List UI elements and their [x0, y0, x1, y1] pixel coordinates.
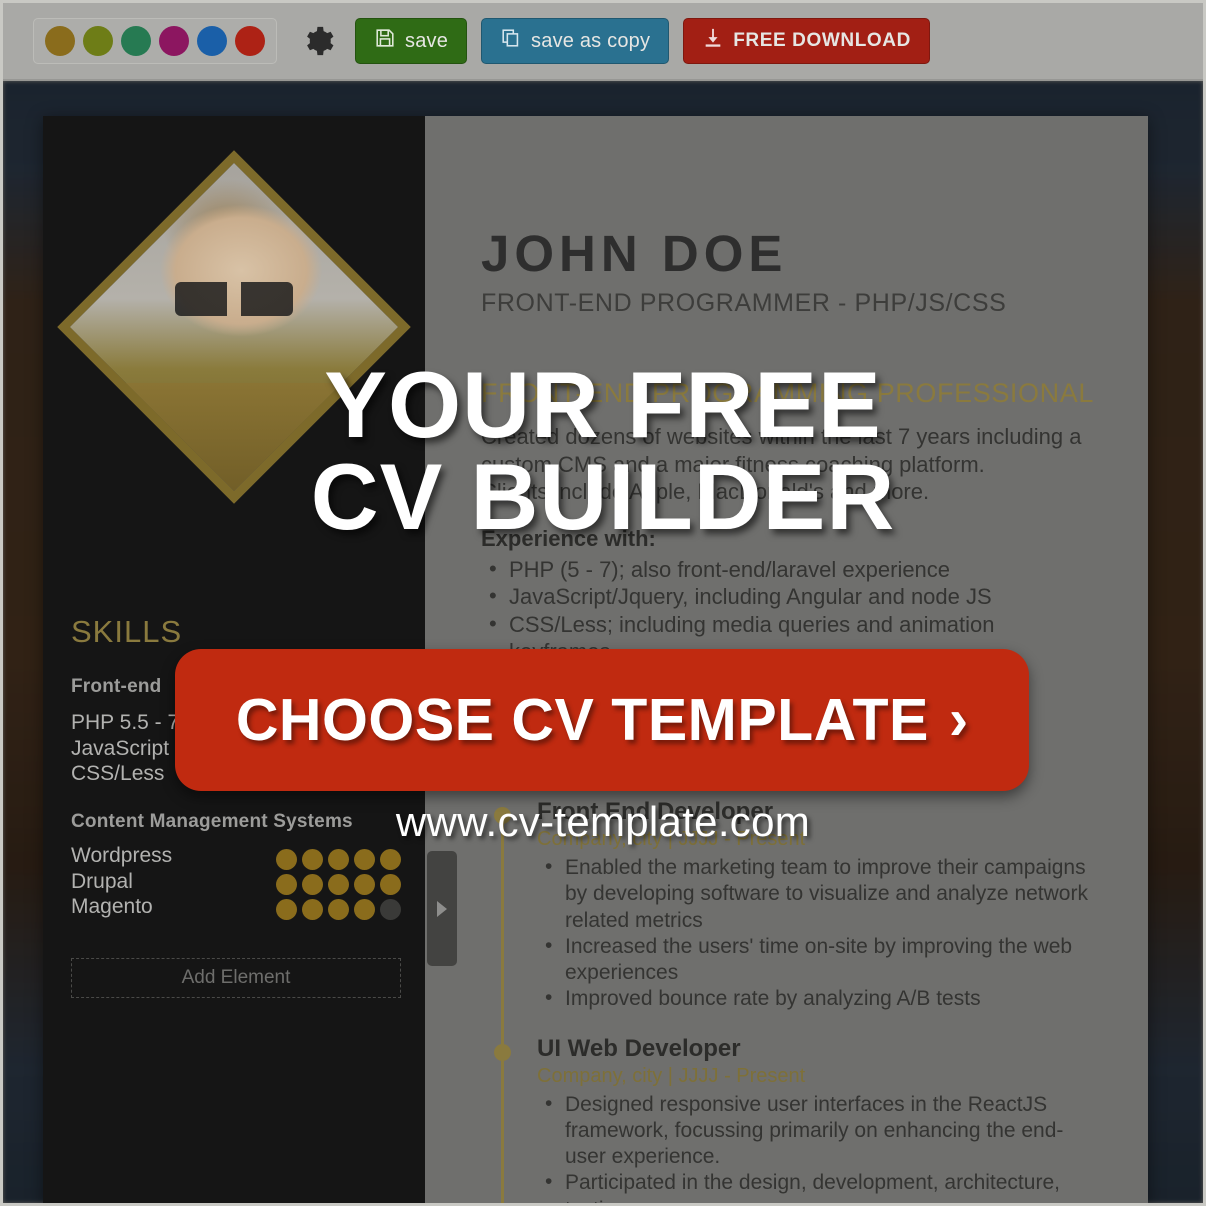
experience-entry: Front End Developer Company, city | JJJJ…	[494, 798, 1102, 1013]
free-download-button[interactable]: FREE DOWNLOAD	[683, 18, 930, 64]
chevron-right-icon	[437, 900, 447, 917]
list-item: JavaScript/Jquery, including Angular and…	[481, 582, 1102, 611]
avatar-sweater	[58, 383, 410, 503]
skills-cms-block: Content Management Systems Wordpress Dru…	[71, 811, 401, 920]
list-item: PHP (5 - 7); also front-end/laravel expe…	[481, 555, 1102, 584]
top-toolbar: save save as copy FREE DOWNLOAD	[3, 3, 1203, 81]
experience-entry: UI Web Developer Company, city | JJJJ - …	[494, 1034, 1102, 1203]
save-as-copy-button[interactable]: save as copy	[481, 18, 670, 64]
experience-timeline: Front End Developer Company, city | JJJJ…	[481, 798, 1102, 1203]
rating-dot[interactable]	[380, 874, 401, 895]
rating-row-wordpress	[276, 849, 401, 870]
rating-dot[interactable]	[276, 874, 297, 895]
panel-expand-toggle[interactable]	[427, 851, 457, 966]
floppy-disk-icon	[374, 27, 396, 55]
add-element-button[interactable]: Add Element	[71, 958, 401, 998]
list-item: Improved bounce rate by analyzing A/B te…	[537, 985, 1102, 1012]
profile-line-3: Clients include Apple, MacDonald's and m…	[481, 479, 930, 504]
app-window: save save as copy FREE DOWNLOAD SKILLS F…	[0, 0, 1206, 1206]
color-swatch-group[interactable]	[33, 18, 277, 64]
download-icon	[702, 27, 724, 55]
profile-subheading: Experience with:	[481, 525, 656, 551]
rating-dot[interactable]	[354, 874, 375, 895]
list-item: Enabled the marketing team to improve th…	[537, 854, 1102, 934]
avatar[interactable]	[57, 150, 411, 504]
rating-row-magento	[276, 899, 401, 920]
chevron-right-icon: ›	[948, 687, 969, 752]
job-meta: Company, city | JJJJ - Present	[537, 828, 806, 850]
rating-dot[interactable]	[328, 874, 349, 895]
job-bullets: Designed responsive user interfaces in t…	[537, 1091, 1102, 1203]
gear-icon[interactable]	[301, 24, 335, 58]
save-button[interactable]: save	[355, 18, 468, 64]
rating-dot[interactable]	[354, 849, 375, 870]
choose-cv-template-button[interactable]: CHOOSE CV TEMPLATE ›	[175, 649, 1029, 791]
job-meta: Company, city | JJJJ - Present	[537, 1064, 806, 1087]
cms-heading: Content Management Systems	[71, 811, 353, 832]
swatch-green[interactable]	[121, 26, 151, 56]
copy-icon	[500, 27, 522, 55]
profile-line-1: Created dozens of websites within the la…	[481, 424, 1082, 449]
rating-dot[interactable]	[276, 899, 297, 920]
add-element-label: Add Element	[181, 967, 291, 988]
page-title: JOHN DOE	[481, 225, 788, 282]
rating-dot[interactable]	[302, 874, 323, 895]
job-bullets: Enabled the marketing team to improve th…	[537, 854, 1102, 1013]
glasses-icon	[175, 281, 293, 316]
rating-dot[interactable]	[380, 899, 401, 920]
swatch-olive[interactable]	[83, 26, 113, 56]
free-download-label: FREE DOWNLOAD	[733, 30, 911, 51]
list-item: Magento	[71, 895, 153, 919]
swatch-gold[interactable]	[45, 26, 75, 56]
list-item: Drupal	[71, 869, 133, 893]
list-item: Participated in the design, development,…	[537, 1169, 1102, 1203]
avatar-photo	[58, 151, 410, 503]
list-item: Increased the users' time on-site by imp…	[537, 933, 1102, 987]
rating-dot[interactable]	[380, 849, 401, 870]
save-as-copy-label: save as copy	[531, 29, 651, 52]
rating-dot[interactable]	[328, 899, 349, 920]
skills-heading: SKILLS	[71, 614, 183, 649]
rating-dot[interactable]	[328, 849, 349, 870]
swatch-purple[interactable]	[159, 26, 189, 56]
profile-line-2: custom CMS and a major fitness coaching …	[481, 451, 985, 477]
rating-dot[interactable]	[276, 849, 297, 870]
rating-row-drupal	[276, 874, 401, 895]
rating-dot[interactable]	[354, 899, 375, 920]
save-button-label: save	[405, 29, 449, 52]
job-title: Front End Developer	[537, 798, 774, 825]
job-title: UI Web Developer	[537, 1034, 741, 1062]
cv-role: FRONT-END PROGRAMMER - PHP/JS/CSS	[481, 289, 1007, 317]
profile-heading: FRONT-END PROGRAMMING PROFESSIONAL	[481, 378, 1094, 408]
list-item: Wordpress	[71, 844, 173, 867]
rating-dot[interactable]	[302, 899, 323, 920]
list-item: Designed responsive user interfaces in t…	[537, 1091, 1102, 1171]
swatch-red[interactable]	[235, 26, 265, 56]
swatch-blue[interactable]	[197, 26, 227, 56]
cms-rating-grid[interactable]	[276, 843, 401, 920]
choose-cv-template-label: CHOOSE CV TEMPLATE	[235, 687, 929, 753]
rating-dot[interactable]	[302, 849, 323, 870]
